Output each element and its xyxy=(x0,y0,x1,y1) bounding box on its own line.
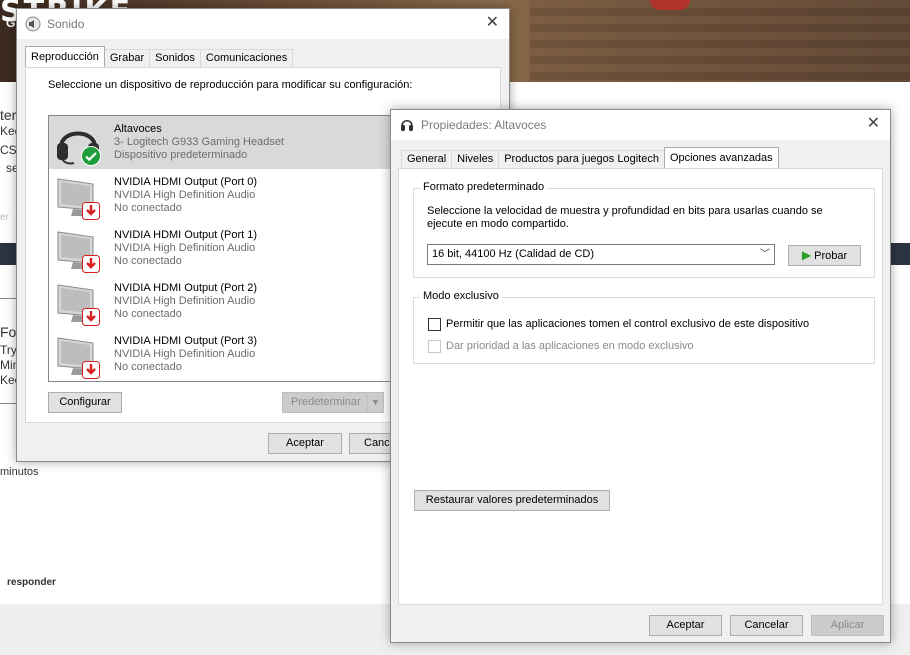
tab-comunicaciones[interactable]: Comunicaciones xyxy=(199,49,294,67)
banner-red-element xyxy=(650,0,690,10)
properties-window: Propiedades: Altavoces ✕ General Niveles… xyxy=(390,109,891,643)
play-icon: ▶ xyxy=(801,248,812,262)
priority-checkbox[interactable] xyxy=(428,340,441,353)
sound-titlebar[interactable]: Sonido ✕ xyxy=(17,9,509,39)
device-detail: NVIDIA High Definition Audio xyxy=(114,242,256,254)
tab-niveles[interactable]: Niveles xyxy=(451,150,500,168)
test-button-label: Probar xyxy=(814,250,848,262)
device-name: NVIDIA HDMI Output (Port 2) xyxy=(114,282,258,294)
default-format-group: Formato predeterminado Seleccione la vel… xyxy=(413,181,875,278)
format-select[interactable]: 16 bit, 44100 Hz (Calidad de CD) ﹀ xyxy=(427,244,775,265)
headset-icon xyxy=(401,119,413,131)
set-default-label: Predeterminar xyxy=(291,396,361,408)
tab-general[interactable]: General xyxy=(401,150,453,168)
tab-logitech[interactable]: Productos para juegos Logitech xyxy=(498,150,665,168)
banner-brand-sub: G xyxy=(6,16,16,30)
disconnected-arrow-icon xyxy=(82,202,100,220)
priority-label: Dar prioridad a las aplicaciones en modo… xyxy=(446,340,694,352)
device-item-hdmi-port3[interactable]: NVIDIA HDMI Output (Port 3) NVIDIA High … xyxy=(49,328,392,381)
device-detail: NVIDIA High Definition Audio xyxy=(114,189,256,201)
bg-snippet: Try xyxy=(0,343,17,357)
tab-sonidos[interactable]: Sonidos xyxy=(149,49,201,67)
disconnected-arrow-icon xyxy=(82,308,100,326)
properties-ok-button[interactable]: Aceptar xyxy=(649,615,722,636)
disconnected-arrow-icon xyxy=(82,255,100,273)
playback-instruction: Seleccione un dispositivo de reproducció… xyxy=(48,79,413,91)
allow-exclusive-checkbox[interactable] xyxy=(428,318,441,331)
default-format-description: Seleccione la velocidad de muestra y pro… xyxy=(427,205,823,230)
properties-titlebar[interactable]: Propiedades: Altavoces ✕ xyxy=(391,110,890,140)
tab-reproduccion[interactable]: Reproducción xyxy=(25,46,105,67)
bg-snippet: CS xyxy=(0,143,17,157)
advanced-panel: Formato predeterminado Seleccione la vel… xyxy=(398,168,883,605)
bg-minutes-text: minutos xyxy=(0,466,39,478)
device-item-hdmi-port0[interactable]: NVIDIA HDMI Output (Port 0) NVIDIA High … xyxy=(49,169,392,222)
properties-tabs: General Niveles Productos para juegos Lo… xyxy=(401,147,779,168)
background-divider xyxy=(0,298,16,299)
device-status: Dispositivo predeterminado xyxy=(114,149,248,161)
exclusive-mode-group: Modo exclusivo Permitir que las aplicaci… xyxy=(413,290,875,364)
close-icon[interactable]: ✕ xyxy=(867,116,880,132)
restore-defaults-button[interactable]: Restaurar valores predeterminados xyxy=(414,490,610,511)
bg-snippet: er xyxy=(0,212,9,223)
device-detail: 3- Logitech G933 Gaming Headset xyxy=(114,136,284,148)
default-format-label: Formato predeterminado xyxy=(420,181,548,193)
bg-reply-link[interactable]: responder xyxy=(7,577,56,588)
sound-tabs: Reproducción Grabar Sonidos Comunicacion… xyxy=(25,46,294,67)
sound-ok-button[interactable]: Aceptar xyxy=(268,433,342,454)
disconnected-arrow-icon xyxy=(82,361,100,379)
device-detail: NVIDIA High Definition Audio xyxy=(114,348,256,360)
chevron-down-icon: ﹀ xyxy=(760,249,770,260)
exclusive-mode-label: Modo exclusivo xyxy=(420,290,502,302)
bg-snippet: ter xyxy=(0,107,17,123)
device-status: No conectado xyxy=(114,202,182,214)
device-status: No conectado xyxy=(114,308,182,320)
chevron-down-icon[interactable]: ▼ xyxy=(367,393,383,412)
allow-exclusive-label[interactable]: Permitir que las aplicaciones tomen el c… xyxy=(446,318,809,330)
banner-roof-graphic xyxy=(530,0,910,82)
device-detail: NVIDIA High Definition Audio xyxy=(114,295,256,307)
background-divider xyxy=(0,403,16,404)
device-status: No conectado xyxy=(114,255,182,267)
properties-cancel-button[interactable]: Cancelar xyxy=(730,615,803,636)
device-name: NVIDIA HDMI Output (Port 1) xyxy=(114,229,258,241)
device-item-hdmi-port1[interactable]: NVIDIA HDMI Output (Port 1) NVIDIA High … xyxy=(49,222,392,275)
default-check-icon xyxy=(81,146,101,166)
tab-grabar[interactable]: Grabar xyxy=(103,49,151,67)
device-item-hdmi-port2[interactable]: NVIDIA HDMI Output (Port 2) NVIDIA High … xyxy=(49,275,392,328)
device-name: Altavoces xyxy=(114,123,162,135)
test-button[interactable]: ▶ Probar xyxy=(788,245,861,266)
device-list[interactable]: Altavoces 3- Logitech G933 Gaming Headse… xyxy=(48,115,393,382)
set-default-button[interactable]: Predeterminar ▼ xyxy=(282,392,384,413)
device-item-altavoces[interactable]: Altavoces 3- Logitech G933 Gaming Headse… xyxy=(49,116,392,169)
device-name: NVIDIA HDMI Output (Port 0) xyxy=(114,176,258,188)
speaker-icon xyxy=(25,16,41,32)
format-select-value: 16 bit, 44100 Hz (Calidad de CD) xyxy=(432,248,595,260)
close-icon[interactable]: ✕ xyxy=(486,15,499,31)
device-name: NVIDIA HDMI Output (Port 3) xyxy=(114,335,258,347)
properties-apply-button[interactable]: Aplicar xyxy=(811,615,884,636)
tab-opciones-avanzadas[interactable]: Opciones avanzadas xyxy=(663,147,779,168)
device-status: No conectado xyxy=(114,361,182,373)
properties-window-title: Propiedades: Altavoces xyxy=(421,118,547,132)
configure-button[interactable]: Configurar xyxy=(48,392,122,413)
sound-window-title: Sonido xyxy=(47,17,85,31)
